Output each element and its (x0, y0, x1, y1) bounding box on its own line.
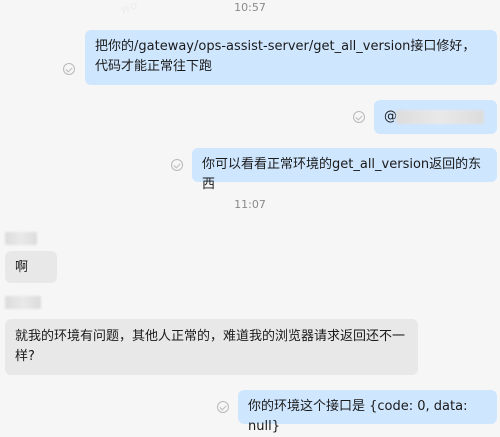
redacted-name (396, 110, 484, 124)
sender-name-redacted (5, 232, 37, 245)
read-status-icon (217, 401, 229, 413)
message-outgoing[interactable]: 你的环境这个接口是 {code: 0, data: null} (238, 390, 497, 434)
read-status-icon (353, 111, 365, 123)
message-text: 就我的环境有问题，其他人正常的，难道我的浏览器请求返回还不一样? (15, 329, 406, 364)
message-text: 你可以看看正常环境的get_all_version返回的东西 (202, 157, 482, 192)
read-status-icon (63, 63, 75, 75)
read-status-icon (171, 159, 183, 171)
message-incoming[interactable]: 啊 (5, 251, 57, 283)
message-outgoing[interactable]: @ (374, 100, 497, 134)
message-outgoing[interactable]: 把你的/gateway/ops-assist-server/get_all_ve… (85, 30, 497, 85)
message-incoming[interactable]: 就我的环境有问题，其他人正常的，难道我的浏览器请求返回还不一样? (5, 319, 418, 375)
message-text: 啊 (15, 260, 29, 275)
message-outgoing[interactable]: 你可以看看正常环境的get_all_version返回的东西 (192, 148, 497, 192)
timestamp: 11:07 (234, 198, 266, 211)
message-text: 把你的/gateway/ops-assist-server/get_all_ve… (95, 39, 476, 74)
timestamp: 10:57 (234, 1, 266, 14)
sender-name-redacted (5, 296, 41, 309)
